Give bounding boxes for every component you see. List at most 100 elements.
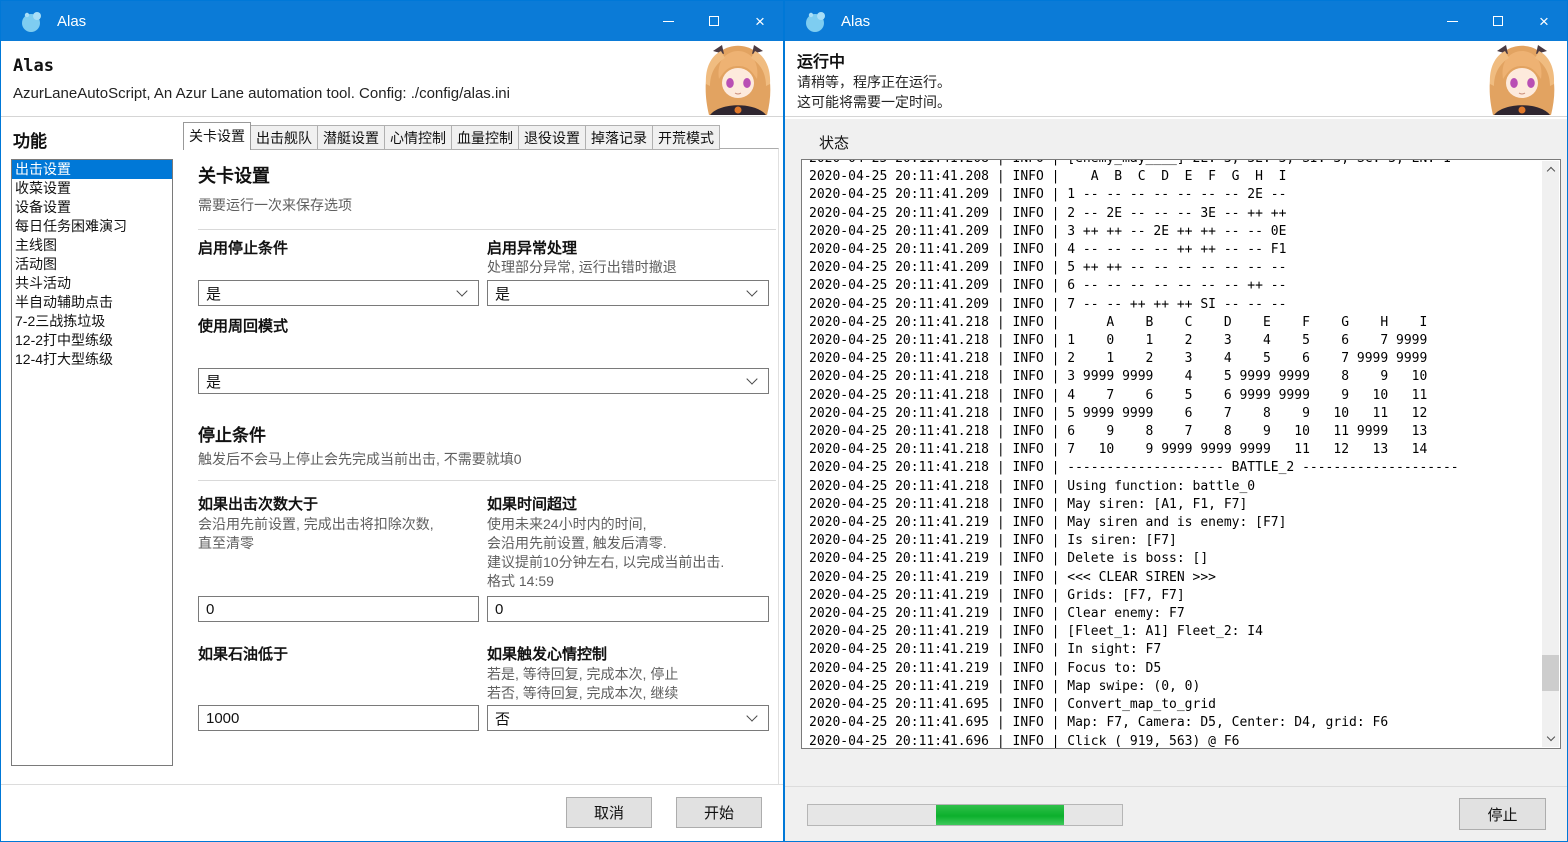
log-line: 2020-04-25 20:11:41.209 | INFO | 2 -- 2E… bbox=[809, 205, 1541, 223]
log-line: 2020-04-25 20:11:41.218 | INFO | Using f… bbox=[809, 478, 1541, 496]
enable-exception-help: 处理部分异常, 运行出错时撤退 bbox=[487, 258, 769, 277]
tab[interactable]: 退役设置 bbox=[519, 125, 586, 150]
footer-divider bbox=[785, 786, 1567, 787]
progress-bar bbox=[807, 804, 1123, 826]
tab[interactable]: 出击舰队 bbox=[251, 125, 318, 150]
sidebar-item[interactable]: 出击设置 bbox=[12, 160, 172, 179]
tab[interactable]: 心情控制 bbox=[385, 125, 452, 150]
sidebar-item[interactable]: 收菜设置 bbox=[12, 179, 172, 198]
titlebar[interactable]: Alas × bbox=[1, 1, 783, 41]
maximize-button[interactable] bbox=[691, 1, 737, 41]
if-count-label: 如果出击次数大于 bbox=[198, 493, 479, 514]
sidebar-item[interactable]: 设备设置 bbox=[12, 198, 172, 217]
run-header: 运行中 请稍等，程序正在运行。 这可能将需要一定时间。 bbox=[785, 41, 1567, 117]
status-group-label: 状态 bbox=[819, 132, 849, 153]
loop-mode-label: 使用周回模式 bbox=[198, 315, 479, 336]
close-button[interactable]: × bbox=[1521, 1, 1567, 41]
log-output[interactable]: 2020-04-25 20:11:41.208 | INFO | [enemy_… bbox=[801, 159, 1561, 749]
log-line: 2020-04-25 20:11:41.218 | INFO | -------… bbox=[809, 459, 1541, 477]
stop-section-note: 触发后不会马上停止会先完成当前出击, 不需要就填0 bbox=[198, 450, 522, 469]
log-line: 2020-04-25 20:11:41.218 | INFO | 4 7 6 5… bbox=[809, 387, 1541, 405]
log-line: 2020-04-25 20:11:41.219 | INFO | Delete … bbox=[809, 550, 1541, 568]
log-line: 2020-04-25 20:11:41.218 | INFO | 7 10 9 … bbox=[809, 441, 1541, 459]
tab[interactable]: 潜艇设置 bbox=[318, 125, 385, 150]
chevron-down-icon bbox=[746, 373, 757, 384]
if-emotion-select[interactable]: 否 bbox=[487, 705, 769, 731]
chevron-down-icon bbox=[1546, 733, 1554, 741]
if-time-help: 使用未来24小时内的时间, 会沿用先前设置, 触发后清零. 建议提前10分钟左右… bbox=[487, 515, 769, 591]
log-line: 2020-04-25 20:11:41.219 | INFO | <<< CLE… bbox=[809, 569, 1541, 587]
stage: Alas × Alas AzurLaneAutoScript, An Azur … bbox=[0, 0, 1568, 842]
sidebar-item[interactable]: 7-2三战拣垃圾 bbox=[12, 312, 172, 331]
minimize-icon bbox=[1447, 21, 1458, 22]
app-header: Alas AzurLaneAutoScript, An Azur Lane au… bbox=[1, 41, 783, 117]
if-count-input[interactable] bbox=[198, 596, 479, 622]
progress-bar-fill bbox=[936, 805, 1064, 825]
log-line: 2020-04-25 20:11:41.218 | INFO | 2 1 2 3… bbox=[809, 350, 1541, 368]
maximize-button[interactable] bbox=[1475, 1, 1521, 41]
log-line: 2020-04-25 20:11:41.218 | INFO | 5 9999 … bbox=[809, 405, 1541, 423]
sidebar-item[interactable]: 12-4打大型练级 bbox=[12, 350, 172, 369]
sidebar-item[interactable]: 共斗活动 bbox=[12, 274, 172, 293]
enable-stop-select[interactable]: 是 bbox=[198, 280, 479, 306]
log-line: 2020-04-25 20:11:41.695 | INFO | Map: F7… bbox=[809, 714, 1541, 732]
chevron-down-icon bbox=[456, 285, 467, 296]
loop-mode-select[interactable]: 是 bbox=[198, 368, 769, 394]
sidebar-item[interactable]: 主线图 bbox=[12, 236, 172, 255]
log-line: 2020-04-25 20:11:41.219 | INFO | Clear e… bbox=[809, 605, 1541, 623]
enable-exception-label: 启用异常处理 bbox=[487, 237, 769, 258]
if-emotion-label: 如果触发心情控制 bbox=[487, 643, 769, 664]
cancel-button[interactable]: 取消 bbox=[566, 797, 652, 828]
if-time-input[interactable] bbox=[487, 596, 769, 622]
log-line: 2020-04-25 20:11:41.218 | INFO | May sir… bbox=[809, 496, 1541, 514]
scrollbar-thumb[interactable] bbox=[1542, 655, 1559, 691]
titlebar[interactable]: Alas × bbox=[785, 1, 1567, 41]
scroll-up-button[interactable] bbox=[1542, 161, 1559, 178]
tab[interactable]: 关卡设置 bbox=[183, 122, 251, 150]
sidebar-heading: 功能 bbox=[13, 127, 47, 152]
log-line: 2020-04-25 20:11:41.209 | INFO | 6 -- --… bbox=[809, 277, 1541, 295]
minimize-button[interactable] bbox=[645, 1, 691, 41]
log-line: 2020-04-25 20:11:41.219 | INFO | Grids: … bbox=[809, 587, 1541, 605]
chevron-down-icon bbox=[746, 710, 757, 721]
log-line: 2020-04-25 20:11:41.209 | INFO | 3 ++ ++… bbox=[809, 223, 1541, 241]
sidebar-item[interactable]: 每日任务困难演习 bbox=[12, 217, 172, 236]
log-line: 2020-04-25 20:11:41.695 | INFO | Convert… bbox=[809, 696, 1541, 714]
enable-exception-select[interactable]: 是 bbox=[487, 280, 769, 306]
log-line: 2020-04-25 20:11:41.208 | INFO | A B C D… bbox=[809, 168, 1541, 186]
if-time-label: 如果时间超过 bbox=[487, 493, 769, 514]
runner-window: Alas × 运行中 请稍等，程序正在运行。 这可能将需要一定时间。 状态 20… bbox=[784, 0, 1568, 842]
close-button[interactable]: × bbox=[737, 1, 783, 41]
window-title: Alas bbox=[57, 13, 86, 30]
settings-window: Alas × Alas AzurLaneAutoScript, An Azur … bbox=[0, 0, 784, 842]
chevron-up-icon bbox=[1546, 167, 1554, 175]
divider bbox=[198, 480, 776, 481]
log-line: 2020-04-25 20:11:41.218 | INFO | 6 9 8 7… bbox=[809, 423, 1541, 441]
scroll-down-button[interactable] bbox=[1542, 730, 1559, 747]
minimize-button[interactable] bbox=[1429, 1, 1475, 41]
if-emotion-help: 若是, 等待回复, 完成本次, 停止 若否, 等待回复, 完成本次, 继续 bbox=[487, 665, 769, 703]
avatar bbox=[1485, 44, 1559, 115]
app-logo-icon bbox=[19, 8, 46, 35]
if-oil-input[interactable] bbox=[198, 705, 479, 731]
log-scrollbar[interactable] bbox=[1542, 161, 1559, 747]
tab-bar[interactable]: 关卡设置出击舰队潜艇设置心情控制血量控制退役设置掉落记录开荒模式 bbox=[184, 122, 720, 150]
start-button[interactable]: 开始 bbox=[676, 797, 762, 828]
stop-button[interactable]: 停止 bbox=[1459, 798, 1546, 830]
settings-pane: 关卡设置 需要运行一次来保存选项 启用停止条件 启用异常处理 处理部分异常, 运… bbox=[184, 148, 779, 784]
run-status-line2: 这可能将需要一定时间。 bbox=[797, 92, 951, 112]
function-list[interactable]: 出击设置收菜设置设备设置每日任务困难演习主线图活动图共斗活动半自动辅助点击7-2… bbox=[11, 159, 173, 766]
log-line: 2020-04-25 20:11:41.218 | INFO | 3 9999 … bbox=[809, 368, 1541, 386]
tab[interactable]: 开荒模式 bbox=[653, 125, 720, 150]
sidebar-item[interactable]: 活动图 bbox=[12, 255, 172, 274]
tab[interactable]: 掉落记录 bbox=[586, 125, 653, 150]
sidebar-item[interactable]: 12-2打中型练级 bbox=[12, 331, 172, 350]
log-line: 2020-04-25 20:11:41.209 | INFO | 7 -- --… bbox=[809, 296, 1541, 314]
footer-divider bbox=[1, 784, 783, 785]
sidebar-item[interactable]: 半自动辅助点击 bbox=[12, 293, 172, 312]
app-subtitle: AzurLaneAutoScript, An Azur Lane automat… bbox=[13, 85, 510, 102]
tab[interactable]: 血量控制 bbox=[452, 125, 519, 150]
log-line: 2020-04-25 20:11:41.209 | INFO | 5 ++ ++… bbox=[809, 259, 1541, 277]
log-lines: 2020-04-25 20:11:41.208 | INFO | [enemy_… bbox=[809, 159, 1541, 748]
maximize-icon bbox=[709, 16, 719, 26]
